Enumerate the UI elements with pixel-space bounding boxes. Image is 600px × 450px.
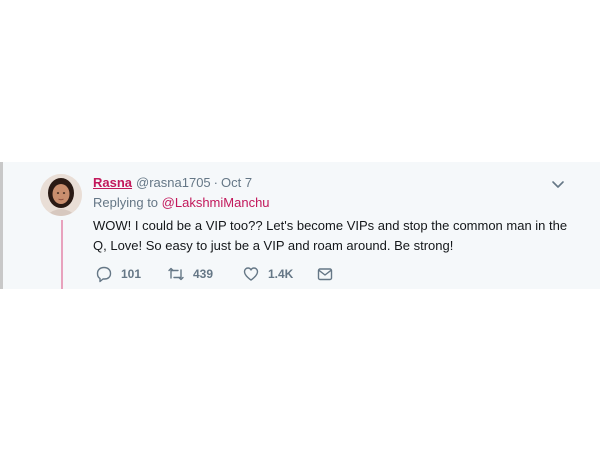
retweet-count: 439: [193, 267, 214, 281]
envelope-icon: [316, 265, 334, 283]
like-count: 1.4K: [268, 267, 294, 281]
tweet-date[interactable]: Oct 7: [221, 175, 252, 190]
author-name[interactable]: Rasna: [93, 175, 132, 190]
tweet-header: Rasna @rasna1705 · Oct 7: [93, 174, 252, 192]
retweet-button[interactable]: 439: [167, 263, 242, 285]
replying-prefix: Replying to: [93, 195, 159, 210]
reply-icon: [95, 265, 113, 283]
chevron-down-icon[interactable]: [548, 176, 568, 192]
author-handle[interactable]: @rasna1705: [136, 175, 211, 190]
thread-line: [61, 220, 63, 289]
direct-message-button[interactable]: [316, 263, 334, 285]
avatar[interactable]: [40, 174, 82, 216]
retweet-icon: [167, 265, 185, 283]
tweet-actions: 101 439 1.4K: [95, 263, 334, 285]
replying-mention-link[interactable]: @LakshmiManchu: [162, 195, 270, 210]
separator-dot: ·: [213, 175, 219, 190]
like-button[interactable]: 1.4K: [242, 263, 316, 285]
tweet-text: WOW! I could be a VIP too?? Let's become…: [93, 218, 568, 253]
replying-to: Replying to @LakshmiManchu: [93, 194, 270, 212]
heart-icon: [242, 265, 260, 283]
tweet-card[interactable]: Rasna @rasna1705 · Oct 7 Replying to @Laksh…: [0, 162, 600, 289]
reply-button[interactable]: 101: [95, 263, 167, 285]
avatar-image: [40, 174, 82, 216]
reply-count: 101: [121, 267, 142, 281]
page: Rasna @rasna1705 · Oct 7 Replying to @Laksh…: [0, 0, 600, 450]
